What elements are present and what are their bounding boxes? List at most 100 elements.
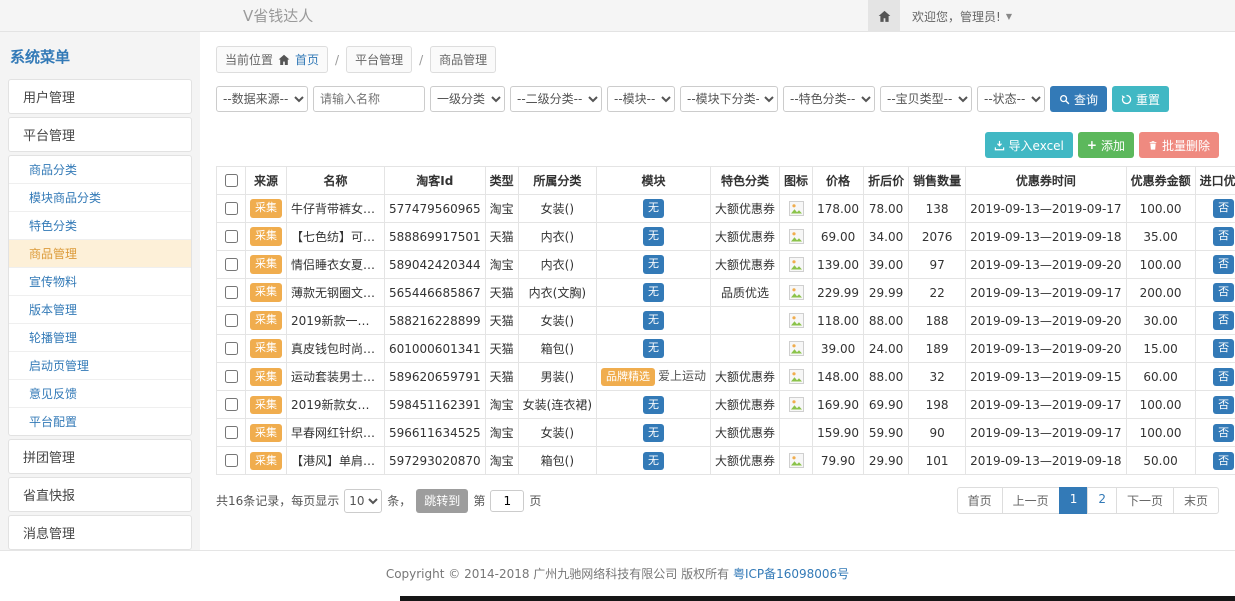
pagination-button[interactable]: 上一页 bbox=[1002, 487, 1060, 514]
column-header: 模块 bbox=[597, 167, 711, 195]
import-select-toggle[interactable]: 否 bbox=[1213, 311, 1234, 329]
coupon-time: 2019-09-13—2019-09-18 bbox=[966, 447, 1126, 475]
name-search-input[interactable] bbox=[313, 86, 425, 112]
column-header: 销售数量 bbox=[909, 167, 966, 195]
source-badge: 采集 bbox=[250, 424, 282, 442]
breadcrumb-item-products[interactable]: 商品管理 bbox=[430, 46, 496, 73]
pagination-button[interactable]: 2 bbox=[1087, 487, 1117, 514]
product-image-icon bbox=[789, 201, 804, 216]
sidebar-subitem[interactable]: 平台配置 bbox=[9, 408, 191, 435]
pagination-button[interactable]: 下一页 bbox=[1116, 487, 1174, 514]
breadcrumb-item-platform[interactable]: 平台管理 bbox=[346, 46, 412, 73]
module-badge[interactable]: 无 bbox=[643, 311, 664, 329]
row-checkbox[interactable] bbox=[225, 286, 238, 299]
module-badge[interactable]: 品牌精选 bbox=[601, 368, 655, 386]
row-checkbox[interactable] bbox=[225, 426, 238, 439]
sidebar-item[interactable]: 用户管理 bbox=[8, 79, 192, 114]
product-image-cell bbox=[780, 195, 813, 223]
module-badge[interactable]: 无 bbox=[643, 199, 664, 217]
pagination-button[interactable]: 末页 bbox=[1173, 487, 1219, 514]
filter-select[interactable]: --宝贝类型-- bbox=[880, 86, 972, 112]
sidebar-subitem[interactable]: 启动页管理 bbox=[9, 352, 191, 380]
import-select-toggle[interactable]: 否 bbox=[1213, 368, 1234, 386]
sidebar-subitem[interactable]: 特色分类 bbox=[9, 212, 191, 240]
reset-button[interactable]: 重置 bbox=[1112, 86, 1169, 112]
sidebar-item[interactable]: 消息管理 bbox=[8, 515, 192, 550]
sidebar-subitem[interactable]: 版本管理 bbox=[9, 296, 191, 324]
import-excel-button[interactable]: 导入excel bbox=[985, 132, 1073, 158]
module-cell: 无 bbox=[597, 195, 711, 223]
search-button[interactable]: 查询 bbox=[1050, 86, 1107, 112]
filter-select[interactable]: --模块-- bbox=[607, 86, 675, 112]
breadcrumb-location-label: 当前位置 bbox=[225, 51, 273, 68]
product-category: 男装() bbox=[518, 363, 596, 391]
home-icon bbox=[278, 54, 290, 66]
pagination-button[interactable]: 1 bbox=[1059, 487, 1089, 514]
jump-button[interactable]: 跳转到 bbox=[416, 489, 468, 513]
row-checkbox[interactable] bbox=[225, 454, 238, 467]
import-select-toggle[interactable]: 否 bbox=[1213, 227, 1234, 245]
import-select-toggle[interactable]: 否 bbox=[1213, 452, 1234, 470]
product-name: 2019新款女秋薄款... bbox=[287, 391, 385, 419]
sidebar-subitem[interactable]: 宣传物料 bbox=[9, 268, 191, 296]
breadcrumb-home-link[interactable]: 首页 bbox=[295, 51, 319, 68]
sidebar-subitem[interactable]: 轮播管理 bbox=[9, 324, 191, 352]
sidebar-subitem[interactable]: 模块商品分类 bbox=[9, 184, 191, 212]
taoke-id: 597293020870 bbox=[385, 447, 486, 475]
module-badge[interactable]: 无 bbox=[643, 452, 664, 470]
filter-select[interactable]: 一级分类 bbox=[430, 86, 505, 112]
row-checkbox[interactable] bbox=[225, 230, 238, 243]
import-select-toggle[interactable]: 否 bbox=[1213, 255, 1234, 273]
add-button[interactable]: + 添加 bbox=[1078, 132, 1134, 158]
filter-select[interactable]: --状态-- bbox=[977, 86, 1045, 112]
module-badge[interactable]: 无 bbox=[643, 339, 664, 357]
feature-category: 大额优惠券 bbox=[711, 391, 780, 419]
row-checkbox[interactable] bbox=[225, 398, 238, 411]
filter-select[interactable]: --模块下分类-- bbox=[680, 86, 778, 112]
sales-count: 101 bbox=[909, 447, 966, 475]
batch-delete-button[interactable]: 批量删除 bbox=[1139, 132, 1219, 158]
import-select-toggle[interactable]: 否 bbox=[1213, 283, 1234, 301]
import-select-toggle[interactable]: 否 bbox=[1213, 424, 1234, 442]
row-checkbox[interactable] bbox=[225, 370, 238, 383]
sidebar-subitem[interactable]: 意见反馈 bbox=[9, 380, 191, 408]
source-cell: 采集 bbox=[246, 391, 287, 419]
row-checkbox[interactable] bbox=[225, 314, 238, 327]
import-select-toggle[interactable]: 否 bbox=[1213, 396, 1234, 414]
sidebar-subitem-active[interactable]: 商品管理 bbox=[9, 240, 191, 268]
column-header: 名称 bbox=[287, 167, 385, 195]
product-table: 来源名称淘客Id类型所属分类模块特色分类图标价格折后价销售数量优惠券时间优惠券金… bbox=[216, 166, 1235, 475]
feature-category: 大额优惠券 bbox=[711, 251, 780, 279]
filter-select[interactable]: --特色分类-- bbox=[783, 86, 875, 112]
module-badge[interactable]: 无 bbox=[643, 424, 664, 442]
row-checkbox[interactable] bbox=[225, 258, 238, 271]
module-badge[interactable]: 无 bbox=[643, 255, 664, 273]
icp-link[interactable]: 粤ICP备16098006号 bbox=[733, 567, 849, 581]
page-number-input[interactable] bbox=[490, 490, 524, 512]
import-select-toggle[interactable]: 否 bbox=[1213, 339, 1234, 357]
module-badge[interactable]: 无 bbox=[643, 227, 664, 245]
sidebar-item[interactable]: 拼团管理 bbox=[8, 439, 192, 474]
coupon-time: 2019-09-13—2019-09-18 bbox=[966, 223, 1126, 251]
user-menu[interactable]: 欢迎您，管理员! ▼ bbox=[900, 8, 1024, 25]
sidebar-item[interactable]: 平台管理 bbox=[8, 117, 192, 152]
data-source-select[interactable]: --数据来源-- bbox=[216, 86, 308, 112]
import-select-toggle[interactable]: 否 bbox=[1213, 199, 1234, 217]
filter-select[interactable]: --二级分类-- bbox=[510, 86, 602, 112]
sidebar-subitem[interactable]: 商品分类 bbox=[9, 156, 191, 184]
module-badge[interactable]: 无 bbox=[643, 396, 664, 414]
module-badge[interactable]: 无 bbox=[643, 283, 664, 301]
row-checkbox[interactable] bbox=[225, 202, 238, 215]
pagination-button[interactable]: 首页 bbox=[957, 487, 1003, 514]
product-category: 内衣() bbox=[518, 223, 596, 251]
product-category: 内衣(文胸) bbox=[518, 279, 596, 307]
coupon-amount: 100.00 bbox=[1126, 391, 1195, 419]
sidebar-item[interactable]: 省直快报 bbox=[8, 477, 192, 512]
select-all-checkbox[interactable] bbox=[225, 174, 238, 187]
column-header: 优惠券金额 bbox=[1126, 167, 1195, 195]
source-cell: 采集 bbox=[246, 447, 287, 475]
per-page-select[interactable]: 10 bbox=[344, 489, 382, 513]
sales-count: 2076 bbox=[909, 223, 966, 251]
row-checkbox[interactable] bbox=[225, 342, 238, 355]
header-home-button[interactable] bbox=[868, 0, 900, 32]
